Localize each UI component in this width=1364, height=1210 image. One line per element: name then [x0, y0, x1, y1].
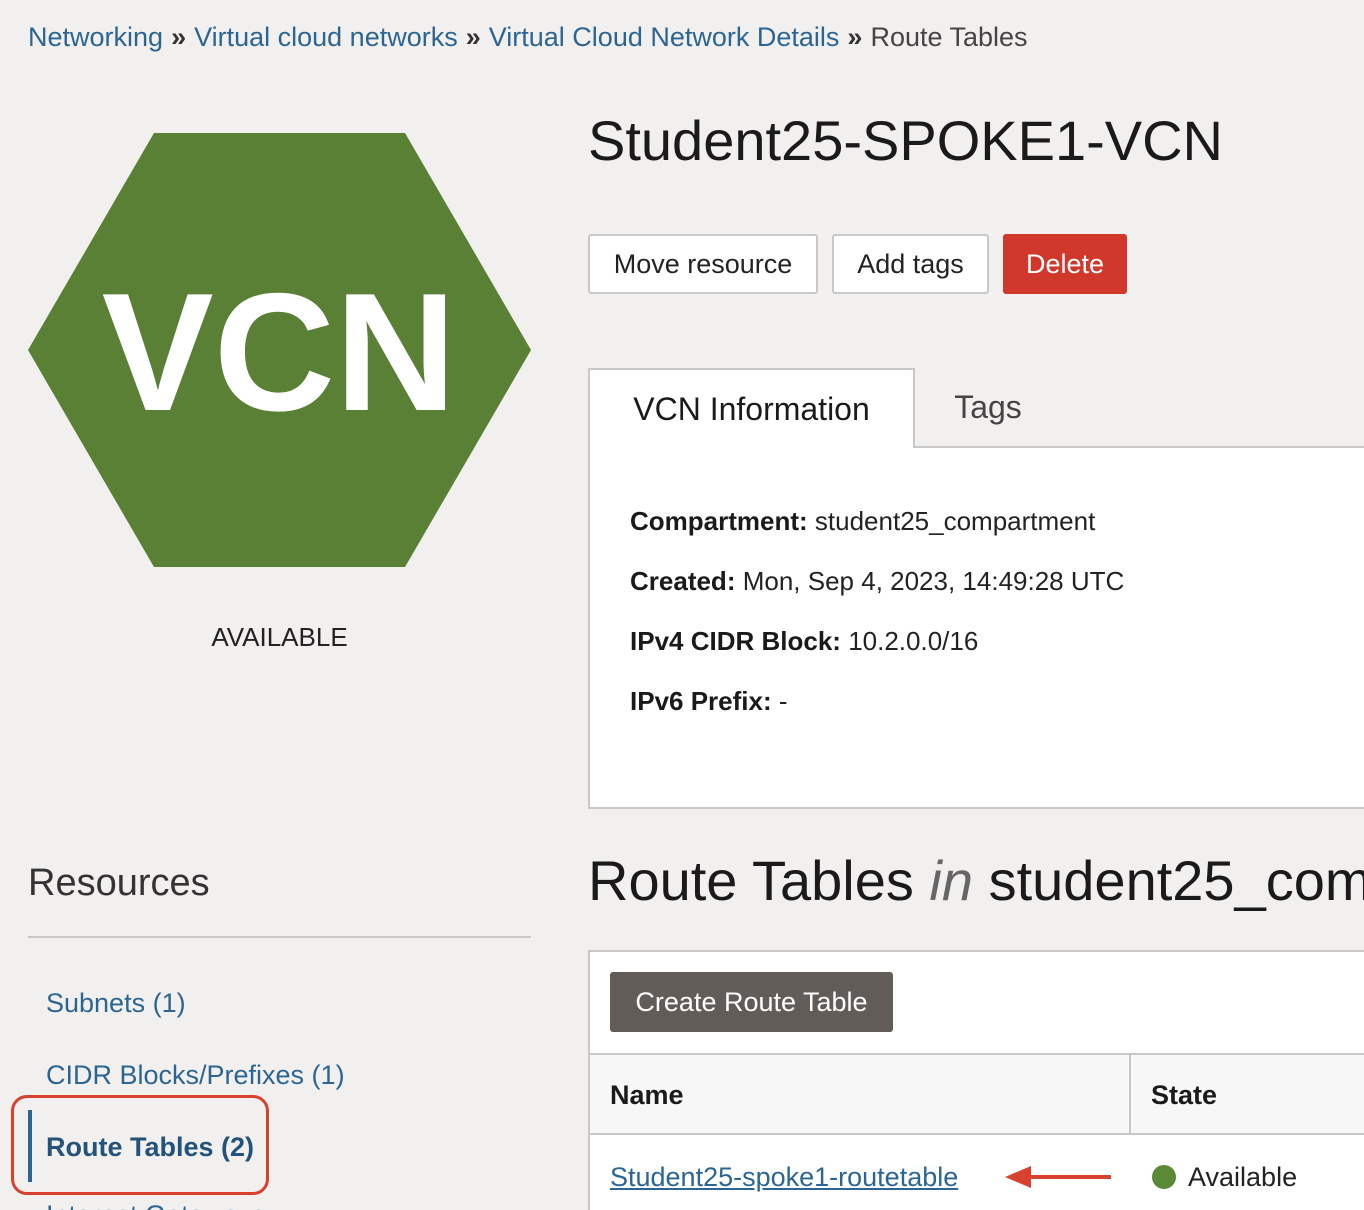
- info-compartment-value: student25_compartment: [814, 506, 1096, 536]
- section-title-compartment: student25_compartment: [988, 849, 1364, 912]
- page: Networking» Virtual cloud networks» Virtua…: [0, 0, 1364, 1210]
- tab-vcn-information[interactable]: VCN Information: [588, 368, 915, 448]
- status-available-dot-icon: [1152, 1165, 1176, 1189]
- breadcrumb-virtual-cloud-networks[interactable]: Virtual cloud networks: [194, 22, 458, 52]
- column-header-state[interactable]: State: [1151, 1080, 1217, 1111]
- info-ipv4: IPv4 CIDR Block: 10.2.0.0/16: [630, 626, 978, 657]
- info-created: Created: Mon, Sep 4, 2023, 14:49:28 UTC: [630, 566, 1124, 597]
- vcn-icon-text: VCN: [102, 258, 457, 446]
- info-compartment-label: Compartment:: [630, 506, 808, 536]
- section-title-main: Route Tables: [588, 849, 914, 912]
- breadcrumb: Networking» Virtual cloud networks» Virtua…: [28, 22, 1028, 53]
- highlight-annotation-box: [11, 1095, 269, 1195]
- delete-button[interactable]: Delete: [1003, 234, 1127, 294]
- info-ipv6-value: -: [778, 686, 788, 716]
- info-compartment: Compartment: student25_compartment: [630, 506, 1095, 537]
- resource-status: AVAILABLE: [211, 622, 348, 652]
- info-ipv6: IPv6 Prefix: -: [630, 686, 788, 717]
- info-ipv4-label: IPv4 CIDR Block:: [630, 626, 841, 656]
- resources-divider: [28, 936, 531, 938]
- route-table-state: Available: [1188, 1162, 1298, 1192]
- resources-heading: Resources: [28, 862, 210, 904]
- vcn-information-panel: Compartment: student25_compartment Creat…: [588, 446, 1364, 809]
- breadcrumb-vcn-details[interactable]: Virtual Cloud Network Details: [489, 22, 840, 52]
- create-route-table-button[interactable]: Create Route Table: [610, 972, 893, 1032]
- route-table-name-link[interactable]: Student25-spoke1-routetable: [610, 1162, 958, 1193]
- column-header-name[interactable]: Name: [610, 1080, 684, 1111]
- annotation-arrow-icon: [1005, 1166, 1111, 1188]
- add-tags-button[interactable]: Add tags: [832, 234, 989, 294]
- info-created-label: Created:: [630, 566, 736, 596]
- resource-link-internet-gateways[interactable]: Internet Gateways: [46, 1200, 265, 1210]
- breadcrumb-separator: »: [847, 22, 863, 52]
- column-divider: [1129, 1053, 1131, 1135]
- breadcrumb-separator: »: [465, 22, 481, 52]
- info-ipv6-label: IPv6 Prefix:: [630, 686, 772, 716]
- breadcrumb-separator: »: [171, 22, 187, 52]
- info-ipv4-value: 10.2.0.0/16: [848, 626, 979, 656]
- resource-link-cidr-blocks[interactable]: CIDR Blocks/Prefixes (1): [46, 1060, 345, 1091]
- table-header: [590, 1053, 1364, 1135]
- vcn-hexagon-icon: VCN: [28, 133, 531, 567]
- breadcrumb-current: Route Tables: [870, 22, 1028, 52]
- resource-link-subnets[interactable]: Subnets (1): [46, 988, 186, 1019]
- move-resource-button[interactable]: Move resource: [588, 234, 818, 294]
- page-title: Student25-SPOKE1-VCN: [588, 109, 1223, 172]
- breadcrumb-networking[interactable]: Networking: [28, 22, 163, 52]
- info-created-value: Mon, Sep 4, 2023, 14:49:28 UTC: [742, 566, 1125, 596]
- tab-tags[interactable]: Tags: [916, 368, 1060, 446]
- section-title: Route Tables in student25_compartment: [588, 848, 1364, 913]
- section-title-in: in: [929, 849, 974, 912]
